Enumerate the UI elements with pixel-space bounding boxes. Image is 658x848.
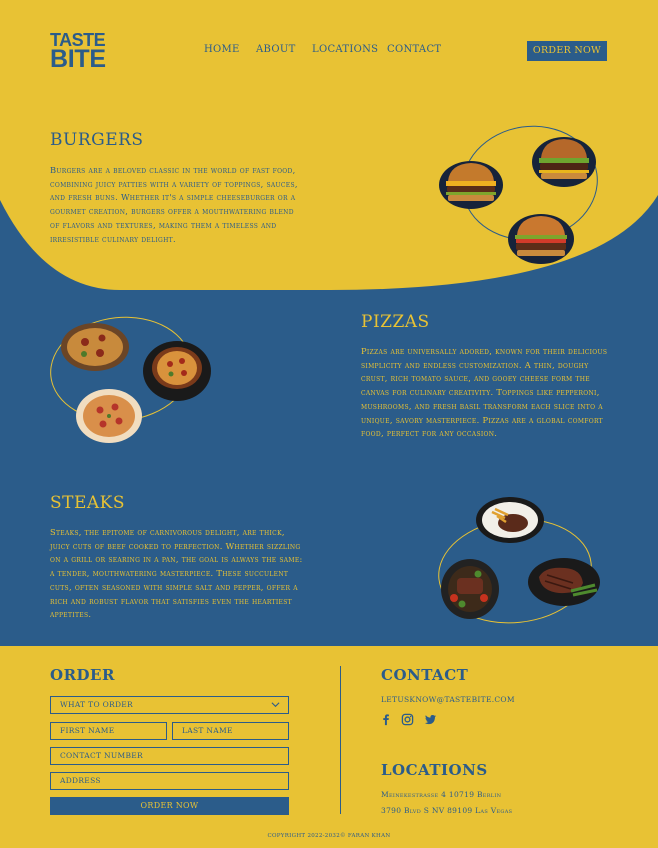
contact-email[interactable]: LETUSKNOW@TASTEBITE.COM	[381, 695, 515, 704]
logo-line-2: BITE	[50, 45, 106, 73]
steaks-description: Steaks, the epitome of carnivorous delig…	[50, 527, 303, 620]
steak-image-3	[528, 558, 600, 606]
pizza-image-1	[61, 323, 129, 371]
footer-divider	[340, 666, 341, 814]
steaks-title: STEAKS	[50, 493, 126, 513]
facebook-icon[interactable]	[379, 713, 392, 726]
nav-about[interactable]: ABOUT	[256, 44, 312, 55]
first-name-field[interactable]: FIRST NAME	[50, 722, 167, 740]
steak-image-1	[476, 497, 544, 543]
instagram-icon[interactable]	[401, 713, 414, 726]
copyright: COPYRIGHT 2022-2032© FARAN KHAN	[267, 833, 391, 839]
nav-contact[interactable]: CONTACT	[387, 44, 447, 55]
logo[interactable]: TASTE BITE	[50, 31, 106, 72]
main-nav: HOME ABOUT LOCATIONS CONTACT	[204, 44, 447, 55]
chevron-down-icon	[271, 702, 280, 708]
header-order-now-button[interactable]: ORDER NOW	[527, 41, 607, 61]
last-name-field[interactable]: LAST NAME	[172, 722, 289, 740]
steak-image-2	[441, 559, 499, 619]
locations-title: LOCATIONS	[381, 761, 488, 779]
location-las-vegas: 3790 Blvd S NV 89109 Las Vegas	[381, 806, 513, 815]
pizza-image-3	[76, 389, 142, 443]
nav-home[interactable]: HOME	[204, 44, 256, 55]
order-item-select[interactable]: WHAT TO ORDER	[50, 696, 289, 714]
order-submit-button[interactable]: ORDER NOW	[50, 797, 289, 815]
contact-title: CONTACT	[381, 666, 469, 684]
order-item-select-label: WHAT TO ORDER	[60, 700, 134, 709]
order-title: ORDER	[50, 666, 115, 684]
pizzas-title: PIZZAS	[361, 312, 430, 332]
contact-number-field[interactable]: CONTACT NUMBER	[50, 747, 289, 765]
pizzas-description: Pizzas are universally adored, known for…	[361, 346, 608, 439]
burger-image-3	[508, 214, 574, 264]
burger-image-2	[532, 137, 596, 187]
address-field[interactable]: ADDRESS	[50, 772, 289, 790]
location-berlin: Meinekestrasse 4 10719 Berlin	[381, 790, 502, 799]
burgers-title: BURGERS	[50, 130, 144, 150]
burger-image-1	[439, 161, 503, 209]
pizza-image-2	[143, 341, 211, 401]
nav-locations[interactable]: LOCATIONS	[312, 44, 387, 55]
burgers-description: Burgers are a beloved classic in the wor…	[50, 165, 298, 244]
twitter-icon[interactable]	[424, 713, 437, 726]
